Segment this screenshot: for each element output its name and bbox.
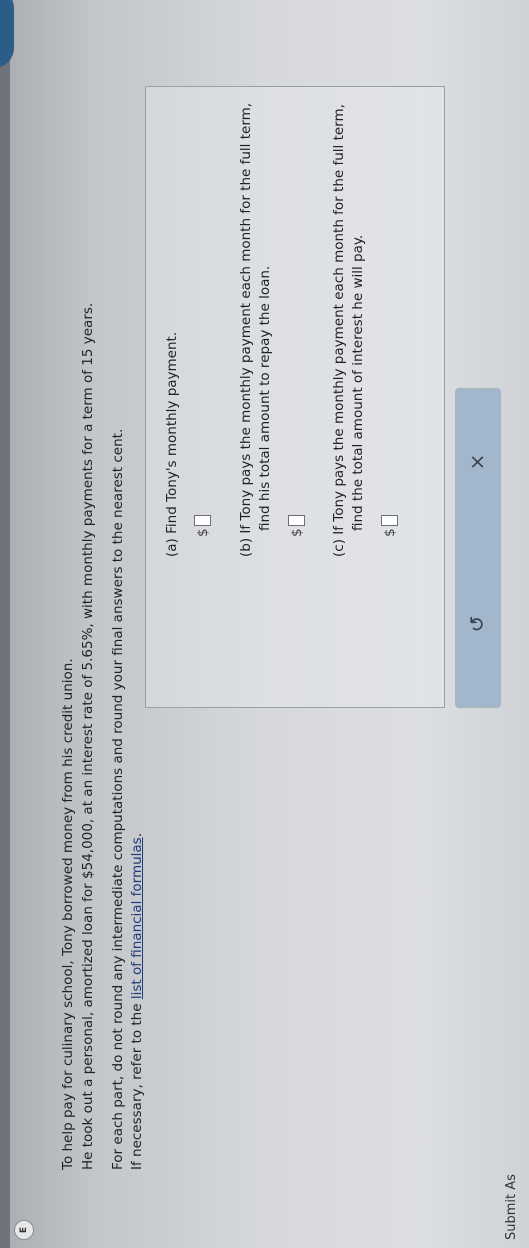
part-b-question: (b) If Tony pays the monthly payment eac… — [238, 103, 254, 557]
currency-symbol: $ — [288, 528, 305, 537]
e-badge: E — [14, 1220, 34, 1240]
part-c-question: (c) If Tony pays the monthly payment eac… — [331, 104, 347, 557]
part-b-label: (b) — [238, 537, 254, 557]
problem-line-1: To help pay for culinary school, Tony bo… — [60, 658, 76, 1170]
part-b-text1: If Tony pays the monthly payment each mo… — [238, 102, 254, 534]
financial-formulas-link[interactable]: list of financial formulas — [129, 837, 145, 999]
part-c-text1: If Tony pays the monthly payment each mo… — [331, 104, 347, 535]
reference-line: If necessary, refer to the list of finan… — [129, 833, 145, 1170]
part-c-text2: find the total amount of interest he wil… — [350, 234, 366, 531]
part-a-text: Find Tony's monthly payment. — [164, 331, 180, 534]
question-panel: E Continue To help pay for culinary scho… — [0, 0, 529, 1248]
instruction-line: For each part, do not round any intermed… — [110, 428, 126, 1170]
currency-symbol: $ — [381, 528, 398, 537]
part-b-answer: $ — [288, 515, 305, 537]
answer-box: (a) Find Tony's monthly payment. $ (b) I… — [145, 86, 445, 708]
currency-symbol: $ — [194, 528, 211, 537]
part-c-input[interactable] — [381, 515, 398, 527]
clear-button[interactable]: × — [462, 447, 492, 477]
answer-tools: × ↺ — [455, 388, 501, 708]
continue-button[interactable]: Continue — [0, 0, 14, 68]
reference-prefix: If necessary, refer to the — [129, 999, 145, 1170]
part-a-answer: $ — [194, 515, 211, 537]
part-b-text2: find his total amount to repay the loan. — [257, 265, 273, 531]
undo-icon[interactable]: ↺ — [462, 609, 492, 639]
part-a-input[interactable] — [194, 515, 211, 527]
submit-assignment-button[interactable]: Submit As — [504, 1174, 519, 1240]
reference-suffix: . — [129, 832, 145, 838]
part-a-label: (a) — [164, 538, 180, 557]
problem-line-2: He took out a personal, amortized loan f… — [80, 302, 96, 1170]
part-a-question: (a) Find Tony's monthly payment. — [164, 332, 180, 557]
part-b-input[interactable] — [288, 515, 305, 527]
part-c-answer: $ — [381, 515, 398, 537]
window-top-edge — [0, 0, 10, 1248]
part-c-label: (c) — [331, 539, 347, 557]
